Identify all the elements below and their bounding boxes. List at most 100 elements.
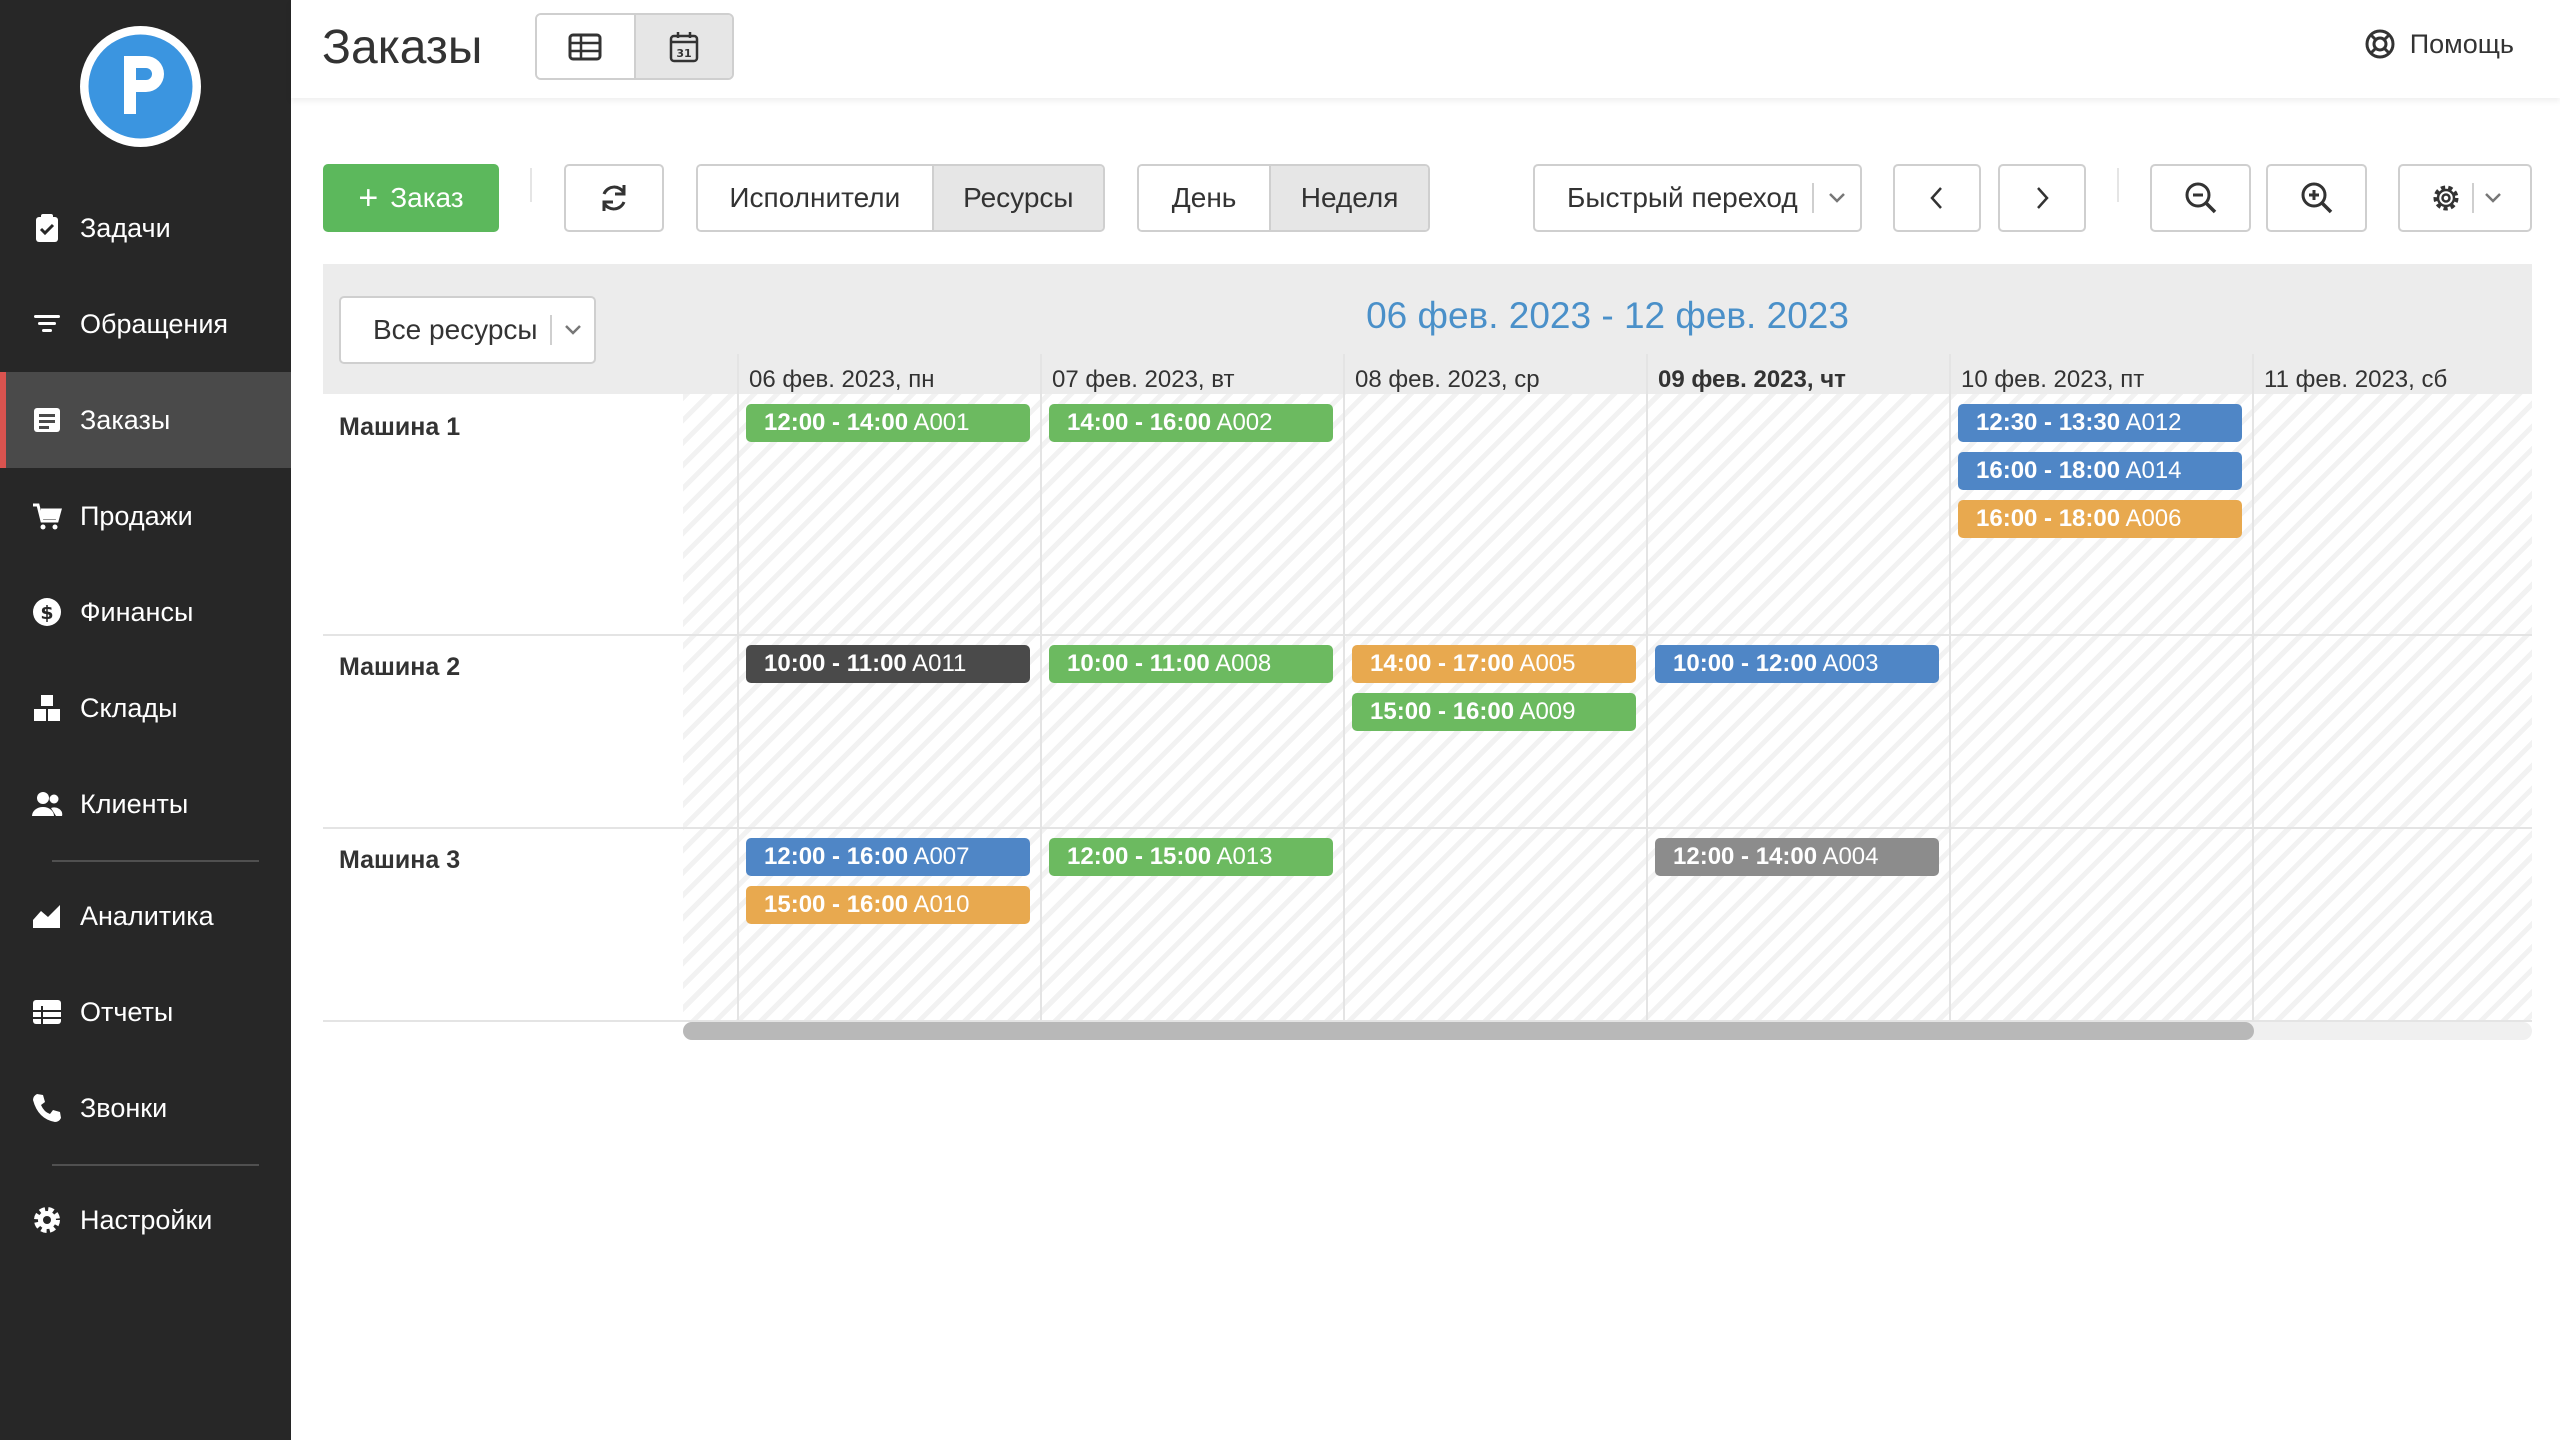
event-card[interactable]: 12:30 - 13:30 A012 bbox=[1958, 404, 2242, 442]
event-code: A003 bbox=[1817, 650, 1879, 677]
sidebar-item-reports[interactable]: Отчеты bbox=[0, 964, 291, 1060]
period-day-button[interactable]: День bbox=[1139, 166, 1270, 230]
refresh-button[interactable] bbox=[564, 164, 664, 232]
calendar-view-button[interactable]: 31 bbox=[633, 15, 732, 78]
period-toggle: День Неделя bbox=[1137, 164, 1430, 232]
event-card[interactable]: 15:00 - 16:00 A009 bbox=[1352, 693, 1636, 731]
sidebar-item-label: Финансы bbox=[80, 597, 194, 627]
next-period-button[interactable] bbox=[1998, 164, 2086, 232]
event-card[interactable]: 10:00 - 11:00 A011 bbox=[746, 645, 1030, 683]
event-card[interactable]: 14:00 - 16:00 A002 bbox=[1049, 404, 1333, 442]
settings-dropdown[interactable] bbox=[2398, 164, 2532, 232]
event-time: 16:00 - 18:00 bbox=[1976, 505, 2121, 532]
sidebar-item-clients[interactable]: Клиенты bbox=[0, 756, 291, 852]
sidebar-item-settings[interactable]: Настройки bbox=[0, 1172, 291, 1268]
add-order-button[interactable]: + Заказ bbox=[323, 164, 499, 232]
sidebar-item-finance[interactable]: $ Финансы bbox=[0, 564, 291, 660]
sidebar-item-label: Настройки bbox=[80, 1205, 213, 1235]
event-time: 10:00 - 11:00 bbox=[1067, 650, 1210, 677]
day-header: 09 фев. 2023, чт bbox=[1658, 366, 1846, 393]
event-card[interactable]: 16:00 - 18:00 A006 bbox=[1958, 500, 2242, 538]
logo-mark-icon bbox=[88, 34, 193, 139]
event-code: A008 bbox=[1209, 650, 1272, 677]
day-column-divider bbox=[1343, 354, 1345, 1020]
sidebar-item-analytics[interactable]: Аналитика bbox=[0, 868, 291, 964]
day-header: 11 фев. 2023, сб bbox=[2264, 366, 2448, 393]
area-chart-icon bbox=[33, 905, 60, 928]
event-card[interactable]: 12:00 - 15:00 A013 bbox=[1049, 838, 1333, 876]
report-table-icon bbox=[33, 1000, 61, 1024]
table-view-button[interactable] bbox=[537, 15, 634, 78]
event-time: 10:00 - 11:00 bbox=[764, 650, 907, 677]
event-time: 14:00 - 16:00 bbox=[1067, 409, 1212, 436]
day-header: 10 фев. 2023, пт bbox=[1961, 366, 2145, 393]
help-link[interactable]: Помощь bbox=[2364, 28, 2514, 60]
date-range-title: 06 фев. 2023 - 12 фев. 2023 bbox=[1366, 295, 1849, 336]
sidebar-item-orders[interactable]: Заказы bbox=[0, 372, 291, 468]
event-card[interactable]: 14:00 - 17:00 A005 bbox=[1352, 645, 1636, 683]
resource-label: Машина 1 bbox=[339, 413, 461, 441]
event-time: 12:00 - 14:00 bbox=[764, 409, 909, 436]
event-card[interactable]: 12:00 - 14:00 A004 bbox=[1655, 838, 1939, 876]
chevron-right-icon bbox=[2037, 187, 2049, 209]
svg-text:$: $ bbox=[40, 602, 53, 624]
event-code: A014 bbox=[2120, 457, 2182, 484]
sidebar-divider bbox=[52, 860, 259, 862]
event-time: 16:00 - 18:00 bbox=[1976, 457, 2121, 484]
sidebar-item-calls[interactable]: Звонки bbox=[0, 1060, 291, 1156]
event-time: 12:00 - 14:00 bbox=[1673, 843, 1818, 870]
app-logo[interactable] bbox=[80, 26, 201, 147]
event-card[interactable]: 10:00 - 12:00 A003 bbox=[1655, 645, 1939, 683]
sidebar-item-label: Аналитика bbox=[80, 901, 214, 931]
event-code: A005 bbox=[1514, 650, 1576, 677]
sidebar-item-warehouses[interactable]: Склады bbox=[0, 660, 291, 756]
group-by-resources-button[interactable]: Ресурсы bbox=[931, 166, 1103, 230]
caret-separator bbox=[1811, 183, 1814, 213]
event-card[interactable]: 12:00 - 14:00 A001 bbox=[746, 404, 1030, 442]
resource-filter-dropdown[interactable]: Все ресурсы bbox=[339, 296, 596, 364]
chevron-down-icon bbox=[564, 325, 581, 335]
resource-row-divider bbox=[323, 827, 2532, 829]
day-column-divider bbox=[1040, 354, 1042, 1020]
sidebar-item-label: Продажи bbox=[80, 501, 193, 531]
event-card[interactable]: 16:00 - 18:00 A014 bbox=[1958, 452, 2242, 490]
event-code: A011 bbox=[906, 650, 967, 677]
caret-separator bbox=[2472, 183, 2474, 213]
sidebar: Задачи Обращения Заказы Продажи $ Финанс… bbox=[0, 0, 291, 1440]
event-time: 10:00 - 12:00 bbox=[1673, 650, 1818, 677]
add-order-label: Заказ bbox=[390, 182, 464, 213]
prev-period-button[interactable] bbox=[1893, 164, 1981, 232]
zoom-out-icon bbox=[2185, 182, 2216, 214]
cart-icon bbox=[33, 503, 62, 530]
caret-separator bbox=[549, 315, 552, 345]
help-label: Помощь bbox=[2409, 28, 2514, 59]
event-code: A010 bbox=[908, 891, 970, 918]
sidebar-item-sales[interactable]: Продажи bbox=[0, 468, 291, 564]
chevron-down-icon bbox=[1828, 193, 1845, 203]
event-code: A006 bbox=[2120, 505, 2182, 532]
phone-icon bbox=[33, 1094, 61, 1122]
event-card[interactable]: 15:00 - 16:00 A010 bbox=[746, 886, 1030, 924]
horizontal-scrollbar-thumb[interactable] bbox=[683, 1022, 2254, 1040]
period-week-button[interactable]: Неделя bbox=[1269, 166, 1428, 230]
zoom-out-button[interactable] bbox=[2150, 164, 2251, 232]
filter-lines-icon bbox=[34, 315, 60, 332]
sidebar-item-tasks[interactable]: Задачи bbox=[0, 180, 291, 276]
zoom-in-button[interactable] bbox=[2266, 164, 2367, 232]
event-time: 15:00 - 16:00 bbox=[764, 891, 909, 918]
group-by-performers-button[interactable]: Исполнители bbox=[698, 166, 932, 230]
sidebar-item-requests[interactable]: Обращения bbox=[0, 276, 291, 372]
calendar-icon: 31 bbox=[669, 31, 698, 62]
sidebar-item-label: Отчеты bbox=[80, 997, 174, 1027]
page-title: Заказы bbox=[322, 21, 483, 74]
boxes-icon bbox=[34, 695, 60, 721]
sidebar-item-label: Обращения bbox=[80, 309, 229, 339]
event-card[interactable]: 12:00 - 16:00 A007 bbox=[746, 838, 1030, 876]
quick-jump-dropdown[interactable]: Быстрый переход bbox=[1533, 164, 1862, 232]
event-code: A002 bbox=[1211, 409, 1273, 436]
clipboard-check-icon bbox=[36, 214, 58, 242]
resource-filter-label: Все ресурсы bbox=[373, 314, 538, 345]
event-card[interactable]: 10:00 - 11:00 A008 bbox=[1049, 645, 1333, 683]
event-code: A013 bbox=[1211, 843, 1273, 870]
gear-icon bbox=[34, 1207, 60, 1233]
